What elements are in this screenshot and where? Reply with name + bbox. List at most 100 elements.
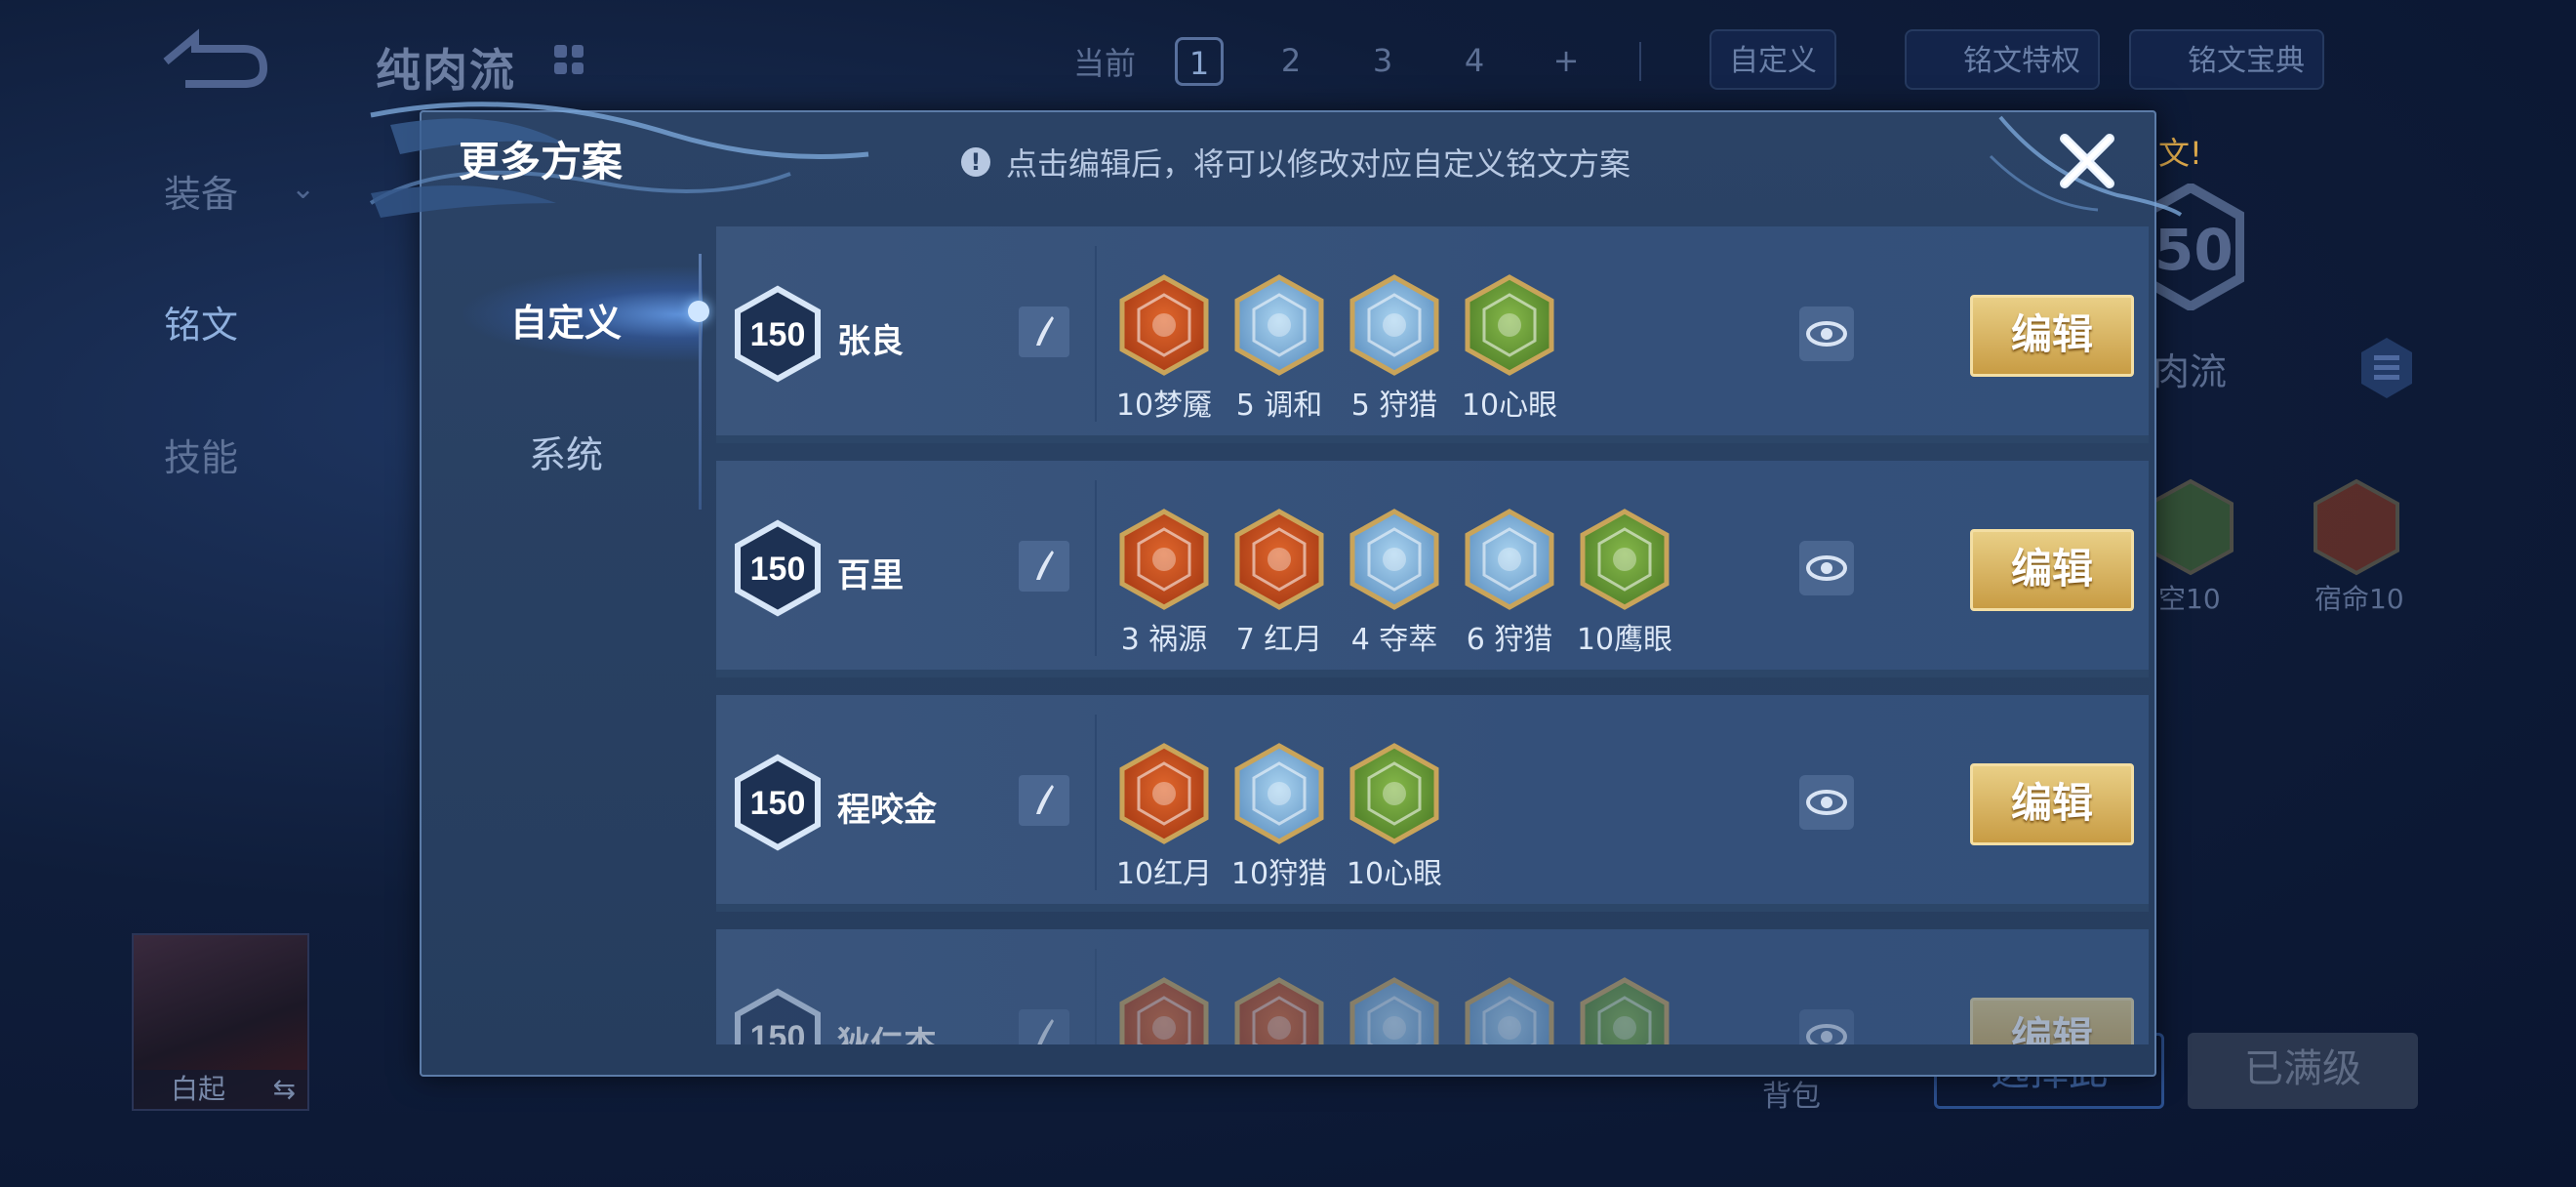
level-number: 150 xyxy=(750,1019,806,1044)
dialog-title: 更多方案 xyxy=(459,138,624,185)
level-hex-badge: 150 xyxy=(735,988,821,1044)
add-page-tab[interactable]: + xyxy=(1542,37,1590,86)
page-tab-3[interactable]: 3 xyxy=(1358,37,1407,86)
plan-row: 150 百里 3 祸源 7 红月 4 夺萃 6 狩猎 10鹰眼 编辑 xyxy=(716,461,2149,677)
hongyue-rune-icon xyxy=(1234,509,1324,610)
level-number: 150 xyxy=(750,551,806,588)
row-divider xyxy=(1095,246,1097,422)
rune-codex-label: 铭文宝典 xyxy=(2188,44,2305,78)
rune-item[interactable]: 10心眼 xyxy=(1337,742,1452,892)
rune-item[interactable]: 4 夺萃 xyxy=(1337,508,1452,658)
rune-label: 6 狩猎 xyxy=(1466,623,1553,657)
shoulie-rune-icon xyxy=(1465,509,1554,610)
rune-item[interactable]: 7 红月 xyxy=(1222,508,1337,658)
red-rune-icon xyxy=(1234,977,1324,1044)
red-rune-icon xyxy=(1119,977,1209,1044)
rune-item[interactable]: 10梦魇 xyxy=(1107,273,1222,424)
xinyan-rune-icon xyxy=(1465,274,1554,376)
rename-pencil-icon[interactable] xyxy=(1019,775,1069,826)
current-label: 当前 xyxy=(1073,45,1137,82)
plan-page-tabs: 当前 1 2 3 4 + xyxy=(1073,37,1670,86)
plan-type-sidebar: 自定义 系统 xyxy=(420,226,703,1076)
rune-privilege-button[interactable]: 铭文特权 xyxy=(1905,29,2100,90)
menu-list-icon[interactable] xyxy=(2359,336,2414,400)
blue-rune-icon xyxy=(1465,977,1554,1044)
rune-item[interactable] xyxy=(1567,976,1682,1044)
back-arrow-icon[interactable] xyxy=(156,27,273,96)
edit-plan-button[interactable]: 编辑 xyxy=(1970,295,2134,377)
bag-label: 背包 xyxy=(1762,1080,1821,1114)
level-hex-badge: 150 xyxy=(735,285,821,383)
rune-item[interactable]: 5 调和 xyxy=(1222,273,1337,424)
rune-item[interactable]: 5 狩猎 xyxy=(1337,273,1452,424)
rune-item[interactable] xyxy=(1337,976,1452,1044)
rune-label: 10红月 xyxy=(1115,857,1213,891)
hero-avatar[interactable]: 白起 ⇆ xyxy=(132,933,309,1111)
plan-name: 肉流 xyxy=(2153,350,2228,393)
info-icon: ! xyxy=(961,147,990,177)
preview-eye-icon[interactable] xyxy=(1799,541,1854,595)
tab-custom[interactable]: 自定义 xyxy=(420,293,712,347)
rune-codex-button[interactable]: 铭文宝典 xyxy=(2129,29,2324,90)
plan-name: 张良 xyxy=(837,322,904,361)
level-hex-badge: 150 xyxy=(735,754,821,851)
rune-set: 10梦魇 5 调和 5 狩猎 10心眼 xyxy=(1107,273,1567,424)
rune-label: 5 调和 xyxy=(1235,389,1323,423)
preview-eye-icon[interactable] xyxy=(1799,775,1854,830)
rune-label: 4 夺萃 xyxy=(1350,623,1438,657)
hero-name: 白起 xyxy=(171,1073,226,1105)
row-divider xyxy=(1095,949,1097,1044)
rune-label: 10心眼 xyxy=(1461,389,1558,423)
rune-item[interactable]: 10心眼 xyxy=(1452,273,1567,424)
rename-pencil-icon[interactable] xyxy=(1019,541,1069,592)
rename-pencil-icon[interactable] xyxy=(1019,307,1069,357)
rune-label: 3 祸源 xyxy=(1120,623,1208,657)
preview-eye-icon[interactable] xyxy=(1799,307,1854,361)
preview-eye-icon[interactable] xyxy=(1799,1009,1854,1044)
close-icon[interactable] xyxy=(2051,125,2123,197)
custom-tab-button[interactable]: 自定义 xyxy=(1710,29,1836,90)
notice: ! 点击编辑后，将可以修改对应自定义铭文方案 xyxy=(961,140,1630,184)
rune-item[interactable]: 10鹰眼 xyxy=(1567,508,1682,658)
rune-item[interactable] xyxy=(1452,976,1567,1044)
page-tab-4[interactable]: 4 xyxy=(1450,37,1499,86)
rune-item[interactable]: 10红月 xyxy=(1107,742,1222,892)
rune-set: 3 祸源 7 红月 4 夺萃 6 狩猎 10鹰眼 xyxy=(1107,508,1682,658)
shoulie-rune-icon xyxy=(1349,274,1439,376)
divider xyxy=(1639,42,1642,81)
duocui-rune-icon xyxy=(1349,509,1439,610)
rune-label-1: 空10 xyxy=(2158,583,2221,615)
plan-name: 程咬金 xyxy=(837,791,937,830)
page-tab-1[interactable]: 1 xyxy=(1175,37,1225,86)
plan-row: 150 张良 10梦魇 5 调和 5 狩猎 10心眼 编辑 xyxy=(716,226,2149,443)
nav-equipment[interactable]: 装备 xyxy=(164,164,238,218)
rename-pencil-icon[interactable] xyxy=(1019,1009,1069,1044)
rune-item[interactable]: 6 狩猎 xyxy=(1452,508,1567,658)
grid-icon[interactable] xyxy=(554,45,584,74)
red-rune-icon xyxy=(2314,478,2399,576)
plan-title: 纯肉流 xyxy=(376,44,516,97)
level-number: 150 xyxy=(750,316,806,353)
rune-item[interactable]: 10狩猎 xyxy=(1222,742,1337,892)
tiaohe-rune-icon xyxy=(1234,274,1324,376)
nav-skills[interactable]: 技能 xyxy=(164,428,238,481)
rune-label: 7 红月 xyxy=(1235,623,1323,657)
rune-item[interactable] xyxy=(1107,976,1222,1044)
yingyan-rune-icon xyxy=(1580,509,1670,610)
plan-row: 150 狄仁杰 编辑 xyxy=(716,929,2149,1044)
rune-label: 10狩猎 xyxy=(1230,857,1328,891)
nav-runes[interactable]: 铭文 xyxy=(164,295,238,348)
rune-item[interactable] xyxy=(1222,976,1337,1044)
edit-plan-button[interactable]: 编辑 xyxy=(1970,529,2134,611)
shoulie-rune-icon xyxy=(1234,743,1324,844)
tab-system[interactable]: 系统 xyxy=(420,425,712,478)
edit-plan-button[interactable]: 编辑 xyxy=(1970,998,2134,1044)
xinyan-rune-icon xyxy=(1349,743,1439,844)
page-tab-2[interactable]: 2 xyxy=(1267,37,1315,86)
rune-item[interactable]: 3 祸源 xyxy=(1107,508,1222,658)
swap-icon[interactable]: ⇆ xyxy=(273,1070,296,1109)
level-hex-badge: 150 xyxy=(735,519,821,617)
maxed-button[interactable]: 已满级 xyxy=(2188,1033,2418,1109)
edit-plan-button[interactable]: 编辑 xyxy=(1970,763,2134,845)
row-divider xyxy=(1095,480,1097,656)
